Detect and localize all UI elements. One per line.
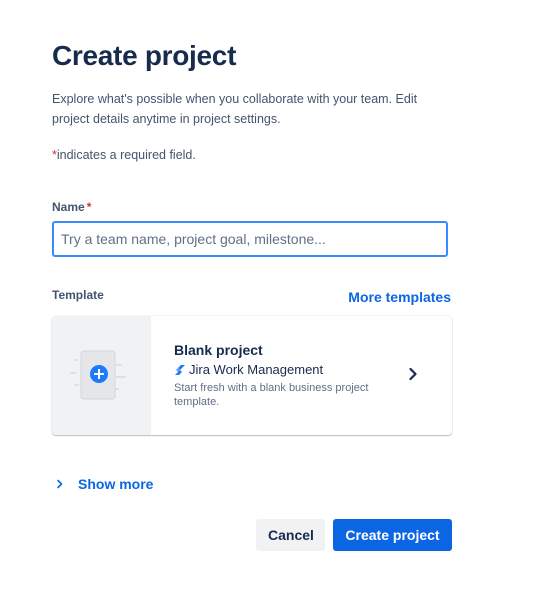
blank-project-template-card[interactable]: Blank project Jira Work Management Start… <box>52 316 452 435</box>
template-label: Template <box>52 288 104 302</box>
template-product-name: Jira Work Management <box>189 362 324 377</box>
create-project-button[interactable]: Create project <box>333 519 452 551</box>
template-thumbnail <box>52 316 151 435</box>
required-field-note: *indicates a required field. <box>52 145 196 165</box>
name-field-label: Name * <box>52 200 91 214</box>
chevron-right-icon <box>56 478 64 490</box>
project-name-input[interactable] <box>52 221 448 257</box>
jira-logo-icon <box>175 364 185 375</box>
template-title: Blank project <box>174 342 263 358</box>
show-more-label: Show more <box>78 476 154 492</box>
more-templates-link[interactable]: More templates <box>348 289 451 305</box>
name-required-marker: * <box>86 200 92 214</box>
template-card-body: Blank project Jira Work Management Start… <box>174 342 384 409</box>
required-note-text: indicates a required field. <box>56 148 196 162</box>
template-description: Start fresh with a blank business projec… <box>174 382 369 408</box>
name-label-text: Name <box>52 200 85 214</box>
plus-circle-icon <box>70 350 126 400</box>
cancel-button[interactable]: Cancel <box>256 519 325 551</box>
template-product: Jira Work Management <box>174 362 384 377</box>
page-title: Create project <box>52 40 237 71</box>
chevron-right-icon <box>408 367 418 386</box>
show-more-toggle[interactable]: Show more <box>56 476 153 492</box>
page-description: Explore what's possible when you collabo… <box>52 92 418 126</box>
